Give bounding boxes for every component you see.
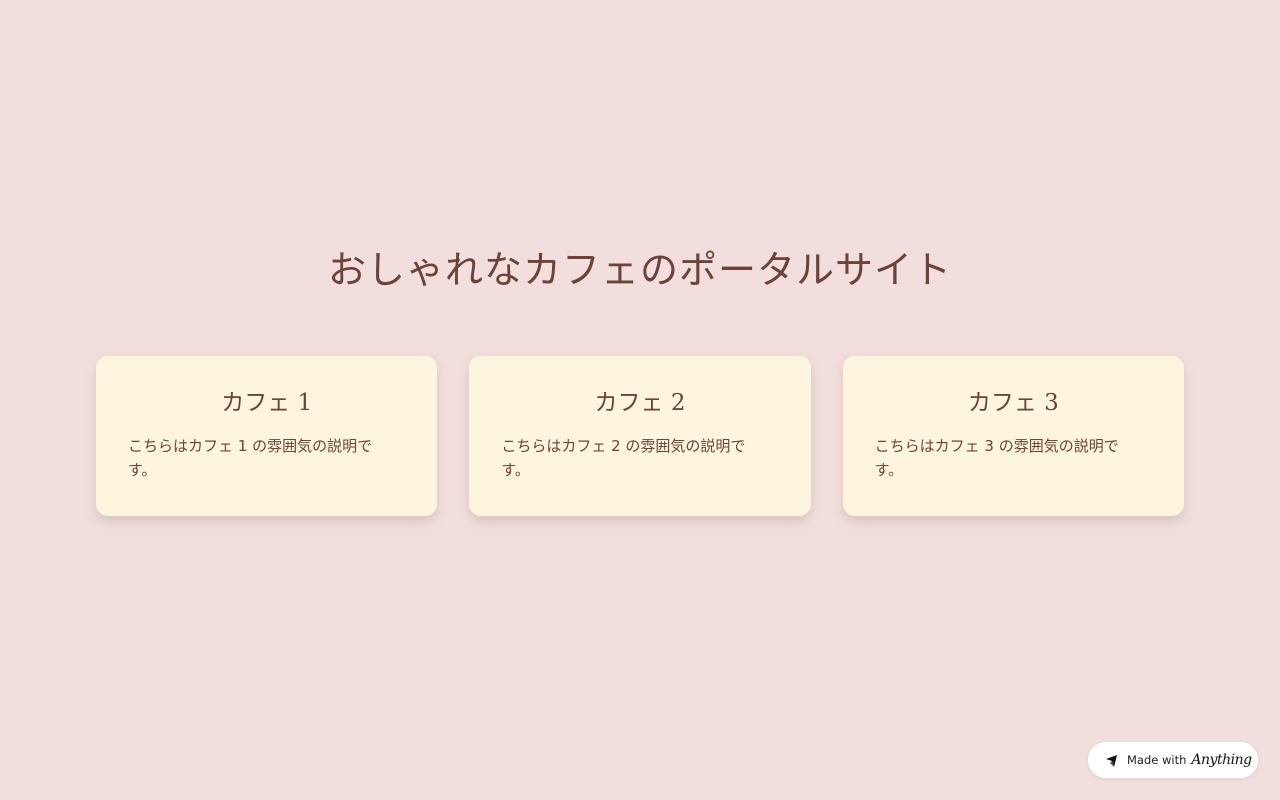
page-title: おしゃれなカフェのポータルサイト — [327, 248, 952, 292]
cafe-card[interactable]: カフェ 1 こちらはカフェ 1 の雰囲気の説明です。 — [96, 356, 438, 516]
cafe-card[interactable]: カフェ 2 こちらはカフェ 2 の雰囲気の説明です。 — [469, 356, 811, 516]
made-with-anything-badge[interactable]: Made with Anything — [1087, 741, 1259, 779]
badge-made-with-label: Made with — [1127, 753, 1187, 767]
cafe-card-list: カフェ 1 こちらはカフェ 1 の雰囲気の説明です。 カフェ 2 こちらはカフェ… — [96, 356, 1184, 516]
cafe-card[interactable]: カフェ 3 こちらはカフェ 3 の雰囲気の説明です。 — [842, 356, 1184, 516]
anything-logo-icon — [1105, 753, 1119, 767]
cafe-card-description: こちらはカフェ 2 の雰囲気の説明です。 — [501, 437, 746, 479]
cafe-card-title: カフェ 1 — [221, 390, 313, 416]
cafe-card-title: カフェ 2 — [594, 390, 686, 416]
badge-brand-label: Anything — [1191, 752, 1252, 768]
cafe-card-title: カフェ 3 — [967, 390, 1059, 416]
cafe-card-description: こちらはカフェ 3 の雰囲気の説明です。 — [874, 437, 1119, 479]
cafe-card-description: こちらはカフェ 1 の雰囲気の説明です。 — [128, 437, 373, 479]
